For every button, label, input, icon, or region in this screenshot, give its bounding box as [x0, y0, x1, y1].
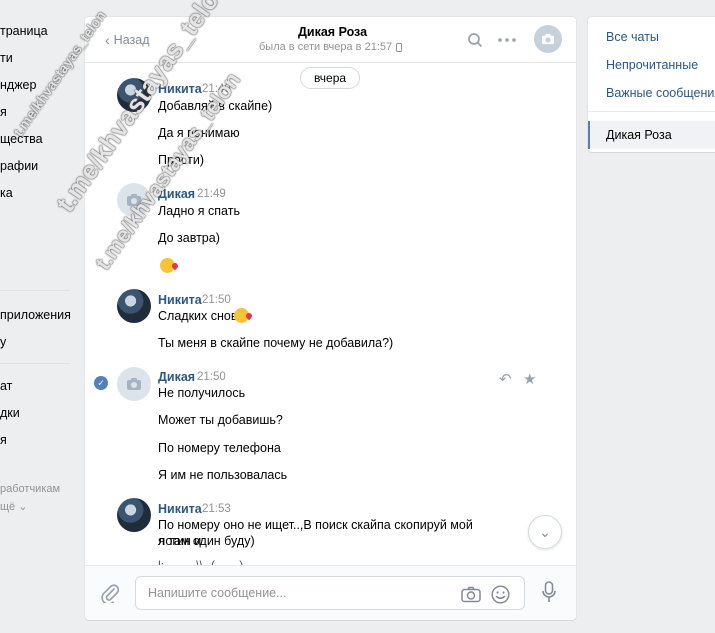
avatar[interactable] [117, 289, 151, 323]
peer-name[interactable]: Дикая Роза [298, 25, 367, 39]
message-time[interactable]: 21:49 [202, 83, 231, 95]
nav-item-communities[interactable]: щества [0, 130, 43, 148]
chevron-down-icon: ⌄ [539, 523, 551, 540]
star-icon[interactable]: ★ [523, 370, 536, 388]
peer-status-text: была в сети вчера в 21:57 [259, 41, 393, 53]
message-input-box[interactable] [135, 576, 525, 610]
message-composer [85, 565, 576, 620]
message-text: Да я понимаю [158, 126, 240, 140]
mobile-icon [396, 42, 403, 52]
camera-icon [542, 33, 554, 45]
nav-item-market[interactable]: ат [0, 377, 12, 395]
message-author[interactable]: Никита [158, 502, 202, 516]
camera-icon [127, 378, 141, 390]
chevron-left-icon: ‹ [105, 32, 110, 48]
filter-important[interactable]: Важные сообщения [606, 86, 715, 100]
nav-divider [0, 363, 70, 364]
microphone-icon[interactable] [537, 580, 561, 604]
message-text: Прости) [158, 153, 205, 167]
chat-filter-panel: Все чаты Непрочитанные Важные сообщения … [588, 17, 715, 152]
message-time[interactable]: 21:50 [197, 371, 226, 383]
message-text: Ладно я спать [158, 204, 240, 218]
message-author[interactable]: Дикая [158, 370, 195, 384]
nav-item-music[interactable]: ка [0, 184, 13, 202]
panel-divider [588, 111, 715, 112]
message-time[interactable]: 21:49 [197, 188, 226, 200]
kiss-emoji-icon [234, 308, 249, 323]
avatar[interactable] [117, 78, 151, 112]
peer-avatar[interactable] [534, 25, 562, 53]
message-text: До завтра) [158, 231, 220, 245]
back-button[interactable]: ‹ Назад [105, 32, 150, 48]
nav-divider [0, 290, 70, 291]
nav-item-apps[interactable]: приложения [0, 306, 71, 324]
avatar[interactable] [117, 183, 151, 217]
nav-item-photos[interactable]: рафии [0, 157, 38, 175]
date-divider: вчера [300, 67, 360, 89]
scroll-down-button[interactable]: ⌄ [528, 515, 562, 549]
nav-item-games[interactable]: у [0, 333, 6, 351]
read-check-icon: ✓ [94, 376, 108, 390]
message-text: Не получилось [158, 386, 246, 400]
message-text: Я им не пользовалась [158, 468, 288, 482]
smile-icon[interactable] [490, 584, 510, 604]
camera-icon[interactable] [461, 584, 481, 604]
back-label: Назад [113, 33, 150, 47]
chevron-down-icon: ⌄ [18, 501, 28, 513]
active-chat-name: Дикая Роза [606, 128, 672, 142]
nav-footer-more-label: щё [0, 501, 16, 513]
message-text: Может ты добавишь? [158, 413, 283, 427]
search-icon[interactable] [465, 30, 485, 50]
nav-item-bookmarks[interactable]: дки [0, 404, 20, 422]
nav-item-page[interactable]: траница [0, 22, 48, 40]
left-nav: траница ти нджер я щества рафии ка прило… [0, 0, 80, 633]
chat-header: ‹ Назад Дикая Роза была в сети вчера в 2… [85, 17, 576, 63]
camera-icon [127, 194, 141, 206]
filter-unread[interactable]: Непрочитанные [606, 58, 698, 72]
message-author[interactable]: Никита [158, 293, 202, 307]
chat-panel: вчера Никита 21:49 Добавляй в скайпе) Да… [85, 17, 576, 620]
message-text: Добавляй в скайпе) [158, 99, 273, 113]
active-chat-item[interactable]: Дикая Роза [588, 121, 715, 149]
message-input[interactable] [136, 577, 456, 609]
paperclip-icon[interactable] [99, 582, 121, 604]
more-dots-icon[interactable] [497, 30, 517, 50]
avatar[interactable] [117, 367, 151, 401]
nav-item-friends[interactable]: я [0, 103, 7, 121]
kiss-emoji-icon [160, 258, 175, 273]
avatar[interactable] [117, 498, 151, 532]
nav-footer-more[interactable]: щё ⌄ [0, 500, 27, 513]
peer-status: была в сети вчера в 21:57 [259, 41, 403, 53]
nav-item-other[interactable]: я [0, 431, 7, 449]
message-time[interactable]: 21:50 [202, 294, 231, 306]
nav-item-messenger[interactable]: нджер [0, 76, 36, 94]
message-text: я там один буду) [158, 534, 255, 548]
nav-item-news[interactable]: ти [0, 49, 13, 67]
message-history[interactable]: вчера Никита 21:49 Добавляй в скайпе) Да… [85, 17, 576, 566]
message-time[interactable]: 21:53 [202, 503, 231, 515]
message-text: Ты меня в скайпе почему не добавила?) [158, 336, 394, 350]
message-author[interactable]: Дикая [158, 187, 195, 201]
message-text: По номеру телефона [158, 441, 281, 455]
message-author[interactable]: Никита [158, 82, 202, 96]
nav-footer-developers[interactable]: работчикам [0, 483, 60, 495]
filter-all-chats[interactable]: Все чаты [606, 30, 659, 44]
